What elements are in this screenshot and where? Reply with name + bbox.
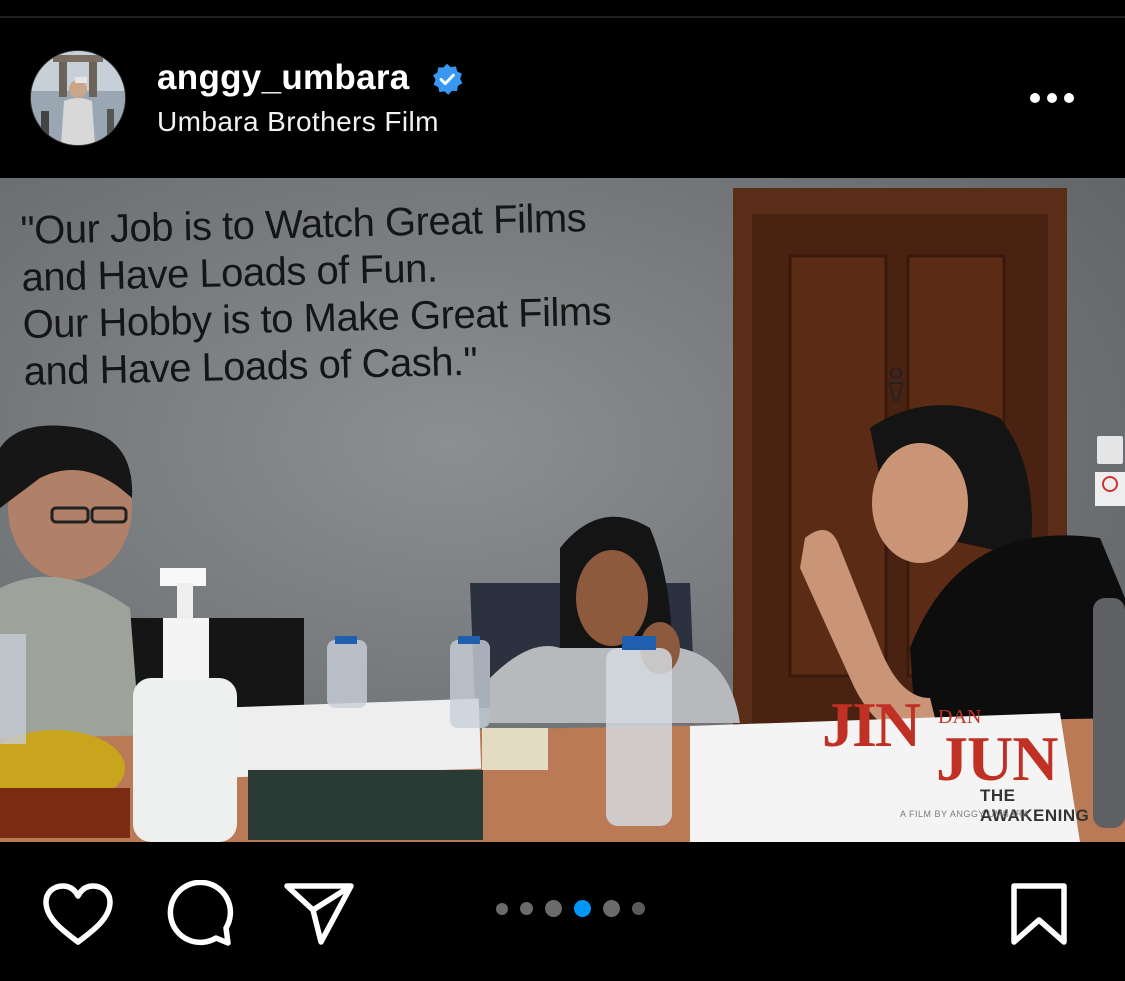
logo-word-jun: JUN <box>936 723 1058 794</box>
avatar[interactable] <box>30 50 126 146</box>
post-location[interactable]: Umbara Brothers Film <box>157 106 439 138</box>
bookmark-icon[interactable] <box>1010 882 1068 946</box>
post-image[interactable]: "Our Job is to Watch Great Films and Hav… <box>0 178 1125 842</box>
more-dot <box>1064 93 1074 103</box>
comment-icon[interactable] <box>164 880 234 950</box>
carousel-dot <box>545 900 562 917</box>
more-dot <box>1030 93 1040 103</box>
logo-tagline: THE AWAKENING <box>980 786 1090 825</box>
logo-credit: A FILM BY ANGGY UMBARA <box>900 809 1030 819</box>
heart-icon[interactable] <box>42 882 114 948</box>
carousel-dot <box>496 902 508 915</box>
verified-badge-icon <box>433 63 463 95</box>
post-actions <box>0 842 1125 981</box>
carousel-dot <box>603 900 620 917</box>
carousel-dot-active <box>574 900 591 917</box>
more-options-icon[interactable] <box>1030 88 1090 108</box>
post-header: anggy_umbara Umbara Brothers Film <box>0 18 1125 178</box>
carousel-dot <box>520 902 533 915</box>
more-dot <box>1047 93 1057 103</box>
carousel-dot <box>632 902 645 915</box>
send-icon[interactable] <box>283 880 355 948</box>
wall-quote: "Our Job is to Watch Great Films and Hav… <box>20 196 612 394</box>
username[interactable]: anggy_umbara <box>157 58 410 98</box>
logo-word-jin: JIN <box>822 689 921 760</box>
carousel-indicator <box>496 900 645 917</box>
